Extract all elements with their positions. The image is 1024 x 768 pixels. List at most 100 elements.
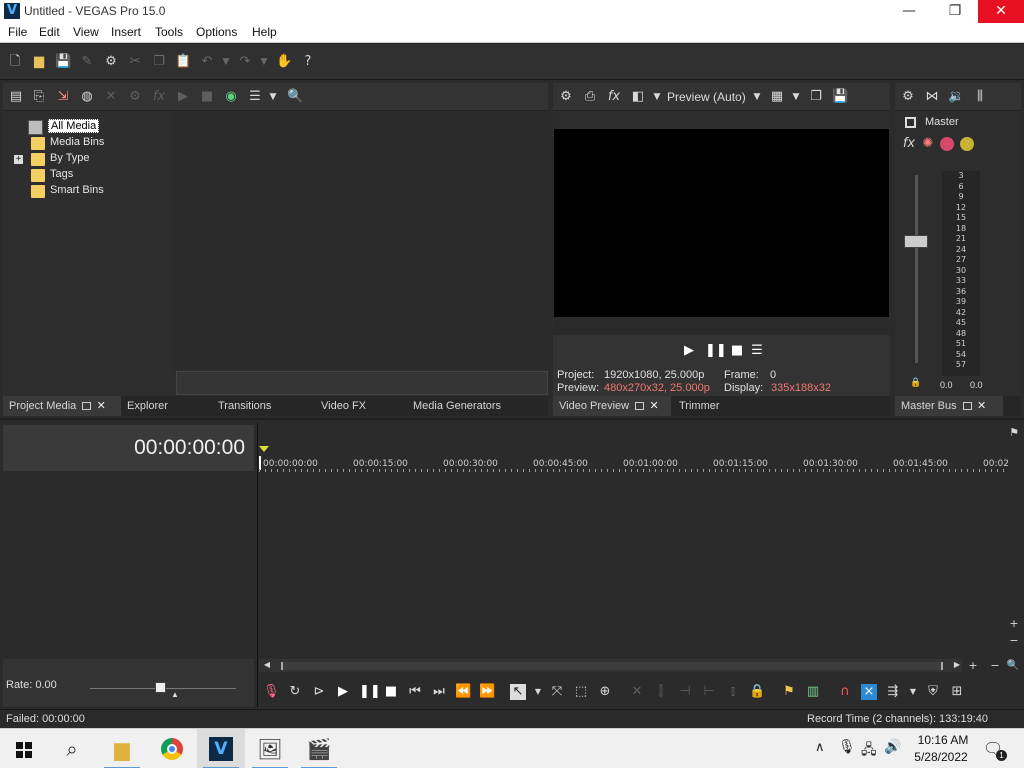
split-screen-dropdown-icon[interactable]: ▼ — [649, 89, 665, 105]
mixer-properties-icon[interactable]: ⫼ — [972, 89, 988, 105]
timeline-ruler[interactable]: 00:00:00:00 00:00:15:00 00:00:30:00 00:0… — [259, 446, 1009, 472]
tab-video-preview[interactable]: Video Preview ✕ — [553, 396, 671, 416]
auto-crossfade-icon[interactable]: ⨯ — [861, 684, 877, 700]
tab-explorer[interactable]: Explorer — [121, 396, 168, 416]
overlays-grid-icon[interactable]: ▦ — [769, 89, 785, 105]
paste-icon[interactable]: 📋 — [175, 54, 191, 70]
media-stop-icon[interactable]: ■ — [199, 89, 215, 105]
trim-icon[interactable]: ⫿ — [653, 684, 669, 700]
media-list-area[interactable] — [173, 111, 548, 369]
menu-help[interactable]: Help — [252, 25, 277, 39]
trim-start-icon[interactable]: ⊣ — [677, 684, 693, 700]
close-tab-icon[interactable]: ✕ — [95, 396, 107, 416]
chrome-icon[interactable] — [148, 729, 196, 768]
selection-tool-icon[interactable]: ⬚ — [573, 684, 589, 700]
clock-date[interactable]: 5/28/2022 — [909, 750, 973, 764]
minimize-button[interactable]: — — [886, 0, 932, 23]
lock-icon[interactable]: 🔒 — [749, 684, 765, 700]
preview-settings-icon[interactable]: ⚙ — [558, 89, 574, 105]
pointer-tool-icon[interactable]: ✋ — [276, 54, 292, 70]
external-monitor-icon[interactable]: ⎙ — [582, 89, 598, 105]
maximize-panel-icon[interactable] — [962, 402, 972, 410]
preview-pause-icon[interactable]: ❚❚ — [705, 343, 727, 359]
undo-dropdown-icon[interactable]: ▼ — [218, 54, 234, 70]
clock-time[interactable]: 10:16 AM — [913, 733, 973, 747]
normal-edit-tool-icon[interactable]: ↖ — [510, 684, 526, 700]
track-list[interactable] — [3, 473, 257, 657]
master-solo-icon[interactable] — [960, 137, 974, 151]
menu-options[interactable]: Options — [196, 25, 237, 39]
menu-edit[interactable]: Edit — [39, 25, 60, 39]
mixer-settings-icon[interactable]: ⚙ — [900, 89, 916, 105]
auto-preview-icon[interactable]: ◉ — [223, 89, 239, 105]
zoom-tool-icon[interactable]: 🔍 — [1005, 658, 1021, 674]
delete-icon[interactable]: ✕ — [629, 684, 645, 700]
preview-stop-icon[interactable]: ■ — [729, 343, 745, 359]
play-icon[interactable]: ▶ — [335, 684, 351, 700]
cut-icon[interactable]: ✂ — [127, 54, 143, 70]
track-canvas[interactable] — [259, 474, 1005, 657]
copy-icon[interactable]: ❐ — [151, 54, 167, 70]
copy-snapshot-icon[interactable]: ❐ — [808, 89, 824, 105]
media-play-icon[interactable]: ▶ — [175, 89, 191, 105]
auto-ripple-dropdown-icon[interactable]: ▼ — [905, 684, 921, 700]
views-dropdown-icon[interactable]: ▼ — [265, 89, 281, 105]
play-from-start-icon[interactable]: ⊳ — [311, 684, 327, 700]
redo-icon[interactable]: ↷ — [237, 54, 253, 70]
start-button[interactable] — [0, 729, 48, 768]
menu-file[interactable]: File — [8, 25, 27, 39]
media-fx-icon[interactable]: fx — [151, 89, 167, 105]
tab-master-bus[interactable]: Master Bus ✕ — [895, 396, 1003, 416]
remove-media-icon[interactable]: ✕ — [103, 89, 119, 105]
network-icon[interactable]: 🖧 — [861, 739, 877, 763]
record-icon[interactable]: 🎙 — [263, 684, 280, 700]
save-snapshot-icon[interactable]: 💾 — [832, 89, 848, 105]
insert-marker-icon[interactable]: ⚑ — [781, 684, 797, 700]
fader-lock-icon[interactable]: 🔒 — [908, 375, 924, 391]
volume-icon[interactable]: 🔊 — [884, 739, 901, 755]
preview-scrub-area[interactable] — [554, 319, 889, 335]
scroll-left-icon[interactable]: ◀ — [259, 657, 275, 673]
microphone-icon[interactable]: 🎙 — [838, 739, 856, 755]
preview-quality-select[interactable]: Preview (Auto) — [667, 90, 746, 104]
dim-output-icon[interactable]: 🔉 — [948, 89, 964, 105]
file-explorer-icon[interactable]: ▆ — [98, 729, 146, 768]
playhead-marker-icon[interactable] — [259, 446, 269, 452]
new-project-icon[interactable]: 🗋 — [7, 54, 23, 70]
envelope-tool-icon[interactable]: ⤧ — [549, 684, 565, 700]
open-folder-icon[interactable]: ▆ — [31, 54, 47, 70]
master-fader-track[interactable] — [915, 175, 918, 363]
loop-playback-icon[interactable]: ↻ — [287, 684, 303, 700]
edit-tool-dropdown-icon[interactable]: ▼ — [530, 684, 546, 700]
tab-transitions[interactable]: Transitions — [212, 396, 271, 416]
scroll-thumb[interactable] — [281, 662, 943, 670]
previous-frame-icon[interactable]: ⏪ — [455, 684, 471, 700]
snapping-magnet-icon[interactable]: ∩ — [837, 684, 853, 700]
media-properties-icon[interactable]: ⚙ — [127, 89, 143, 105]
master-fx-icon[interactable]: fx — [901, 136, 917, 152]
zoom-out-horizontal-icon[interactable]: − — [987, 658, 1003, 674]
show-hidden-icons-icon[interactable]: ∧ — [815, 740, 825, 755]
ignore-grouping-icon[interactable]: ⊞ — [949, 684, 965, 700]
overlays-dropdown-icon[interactable]: ▼ — [788, 89, 804, 105]
rate-slider-handle[interactable] — [155, 682, 166, 693]
preview-play-icon[interactable]: ▶ — [681, 343, 697, 359]
master-fader-handle[interactable] — [904, 235, 928, 248]
master-mute-icon[interactable] — [940, 137, 954, 151]
zoom-select-tool-icon[interactable]: ⊕ — [597, 684, 613, 700]
video-fx-icon[interactable]: fx — [606, 89, 622, 105]
web-media-icon[interactable]: ◍ — [79, 89, 95, 105]
search-media-icon[interactable]: 🔍 — [287, 89, 303, 105]
tab-video-fx[interactable]: Video FX — [315, 396, 366, 416]
zoom-in-vertical-icon[interactable]: + — [1006, 616, 1022, 632]
insert-region-icon[interactable]: ▥ — [805, 684, 821, 700]
whats-this-help-icon[interactable]: ? — [300, 54, 316, 70]
redo-dropdown-icon[interactable]: ▼ — [256, 54, 272, 70]
menu-view[interactable]: View — [73, 25, 99, 39]
master-checkbox[interactable] — [905, 117, 916, 128]
views-icon[interactable]: ☰ — [247, 89, 263, 105]
image-viewer-icon[interactable]: 🖼 — [246, 729, 294, 768]
zoom-out-vertical-icon[interactable]: − — [1006, 633, 1022, 649]
trim-end-icon[interactable]: ⊢ — [701, 684, 717, 700]
close-button[interactable]: ✕ — [978, 0, 1024, 23]
